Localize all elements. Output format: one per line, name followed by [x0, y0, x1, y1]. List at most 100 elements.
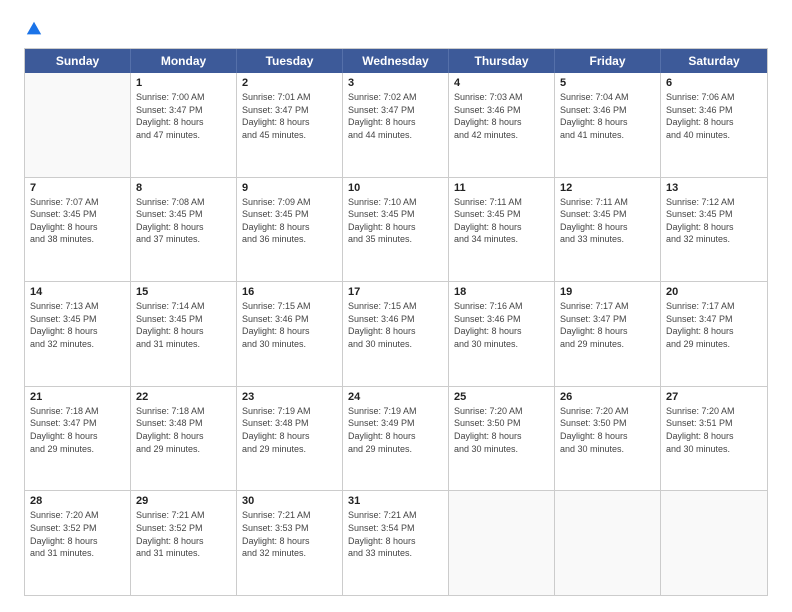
- day-number: 28: [30, 495, 125, 507]
- sunrise-text: Sunrise: 7:18 AM: [136, 405, 231, 418]
- sunset-text: Sunset: 3:47 PM: [348, 104, 443, 117]
- calendar-cell: 16Sunrise: 7:15 AMSunset: 3:46 PMDayligh…: [237, 282, 343, 386]
- day-number: 16: [242, 286, 337, 298]
- calendar-cell: 7Sunrise: 7:07 AMSunset: 3:45 PMDaylight…: [25, 178, 131, 282]
- daylight-text-1: Daylight: 8 hours: [560, 221, 655, 234]
- calendar-cell: [555, 491, 661, 595]
- daylight-text-1: Daylight: 8 hours: [242, 221, 337, 234]
- day-number: 12: [560, 182, 655, 194]
- calendar-cell: 31Sunrise: 7:21 AMSunset: 3:54 PMDayligh…: [343, 491, 449, 595]
- calendar-cell: [25, 73, 131, 177]
- calendar-cell: 27Sunrise: 7:20 AMSunset: 3:51 PMDayligh…: [661, 387, 767, 491]
- sunset-text: Sunset: 3:45 PM: [30, 313, 125, 326]
- sunset-text: Sunset: 3:52 PM: [30, 522, 125, 535]
- calendar-row-2: 7Sunrise: 7:07 AMSunset: 3:45 PMDaylight…: [25, 177, 767, 282]
- sunrise-text: Sunrise: 7:18 AM: [30, 405, 125, 418]
- daylight-text-1: Daylight: 8 hours: [30, 325, 125, 338]
- calendar-cell: 22 Sunrise: 7:18 AMSunset: 3:48 PMDayligh…: [131, 387, 237, 491]
- sunrise-text: Sunrise: 7:21 AM: [136, 509, 231, 522]
- daylight-text-2: and 30 minutes.: [560, 443, 655, 456]
- calendar-cell: 19Sunrise: 7:17 AMSunset: 3:47 PMDayligh…: [555, 282, 661, 386]
- day-number: 15: [136, 286, 231, 298]
- day-number: 24: [348, 391, 443, 403]
- logo-text: [24, 20, 44, 38]
- sunrise-text: Sunrise: 7:04 AM: [560, 91, 655, 104]
- sunset-text: Sunset: 3:45 PM: [666, 208, 762, 221]
- calendar-cell: 8Sunrise: 7:08 AMSunset: 3:45 PMDaylight…: [131, 178, 237, 282]
- daylight-text-1: Daylight: 8 hours: [454, 221, 549, 234]
- daylight-text-2: and 47 minutes.: [136, 129, 231, 142]
- daylight-text-1: Daylight: 8 hours: [454, 430, 549, 443]
- sunset-text: Sunset: 3:46 PM: [242, 313, 337, 326]
- sunset-text: Sunset: 3:47 PM: [136, 104, 231, 117]
- sunrise-text: Sunrise: 7:11 AM: [454, 196, 549, 209]
- day-number: 29: [136, 495, 231, 507]
- sunset-text: Sunset: 3:45 PM: [30, 208, 125, 221]
- sunrise-text: Sunrise: 7:12 AM: [666, 196, 762, 209]
- sunset-text: Sunset: 3:48 PM: [242, 417, 337, 430]
- daylight-text-1: Daylight: 8 hours: [136, 430, 231, 443]
- calendar-cell: [449, 491, 555, 595]
- daylight-text-2: and 31 minutes.: [136, 547, 231, 560]
- sunrise-text: Sunrise: 7:15 AM: [242, 300, 337, 313]
- sunrise-text: Sunrise: 7:17 AM: [666, 300, 762, 313]
- daylight-text-1: Daylight: 8 hours: [666, 221, 762, 234]
- sunset-text: Sunset: 3:46 PM: [560, 104, 655, 117]
- calendar-header-row: SundayMondayTuesdayWednesdayThursdayFrid…: [25, 49, 767, 73]
- day-number: 22: [136, 391, 231, 403]
- sunset-text: Sunset: 3:46 PM: [666, 104, 762, 117]
- daylight-text-1: Daylight: 8 hours: [242, 116, 337, 129]
- header-cell-monday: Monday: [131, 49, 237, 73]
- day-number: 6: [666, 77, 762, 89]
- daylight-text-1: Daylight: 8 hours: [348, 116, 443, 129]
- day-number: 8: [136, 182, 231, 194]
- daylight-text-1: Daylight: 8 hours: [348, 325, 443, 338]
- calendar-row-1: 1Sunrise: 7:00 AMSunset: 3:47 PMDaylight…: [25, 73, 767, 177]
- daylight-text-1: Daylight: 8 hours: [30, 430, 125, 443]
- daylight-text-1: Daylight: 8 hours: [348, 535, 443, 548]
- sunset-text: Sunset: 3:52 PM: [136, 522, 231, 535]
- calendar-cell: 5Sunrise: 7:04 AMSunset: 3:46 PMDaylight…: [555, 73, 661, 177]
- daylight-text-2: and 33 minutes.: [560, 233, 655, 246]
- calendar-cell: 17 Sunrise: 7:15 AMSunset: 3:46 PMDayligh…: [343, 282, 449, 386]
- daylight-text-1: Daylight: 8 hours: [136, 535, 231, 548]
- daylight-text-2: and 29 minutes.: [30, 443, 125, 456]
- sunrise-text: Sunrise: 7:00 AM: [136, 91, 231, 104]
- calendar-cell: 26Sunrise: 7:20 AMSunset: 3:50 PMDayligh…: [555, 387, 661, 491]
- daylight-text-1: Daylight: 8 hours: [560, 430, 655, 443]
- sunrise-text: Sunrise: 7:13 AM: [30, 300, 125, 313]
- daylight-text-2: and 30 minutes.: [348, 338, 443, 351]
- daylight-text-2: and 41 minutes.: [560, 129, 655, 142]
- sunset-text: Sunset: 3:46 PM: [348, 313, 443, 326]
- day-number: 18: [454, 286, 549, 298]
- calendar-cell: 25Sunrise: 7:20 AMSunset: 3:50 PMDayligh…: [449, 387, 555, 491]
- sunrise-text: Sunrise: 7:14 AM: [136, 300, 231, 313]
- sunrise-text: Sunrise: 7:01 AM: [242, 91, 337, 104]
- daylight-text-2: and 31 minutes.: [30, 547, 125, 560]
- daylight-text-1: Daylight: 8 hours: [666, 116, 762, 129]
- sunrise-text: Sunrise: 7:03 AM: [454, 91, 549, 104]
- daylight-text-2: and 38 minutes.: [30, 233, 125, 246]
- daylight-text-1: Daylight: 8 hours: [30, 535, 125, 548]
- daylight-text-2: and 29 minutes.: [666, 338, 762, 351]
- calendar: SundayMondayTuesdayWednesdayThursdayFrid…: [24, 48, 768, 596]
- daylight-text-1: Daylight: 8 hours: [666, 430, 762, 443]
- sunrise-text: Sunrise: 7:16 AM: [454, 300, 549, 313]
- sunset-text: Sunset: 3:54 PM: [348, 522, 443, 535]
- sunrise-text: Sunrise: 7:20 AM: [454, 405, 549, 418]
- header-cell-saturday: Saturday: [661, 49, 767, 73]
- calendar-row-3: 14Sunrise: 7:13 AMSunset: 3:45 PMDayligh…: [25, 281, 767, 386]
- day-number: 10: [348, 182, 443, 194]
- sunset-text: Sunset: 3:46 PM: [454, 104, 549, 117]
- daylight-text-1: Daylight: 8 hours: [560, 325, 655, 338]
- sunset-text: Sunset: 3:45 PM: [348, 208, 443, 221]
- day-number: 4: [454, 77, 549, 89]
- sunrise-text: Sunrise: 7:15 AM: [348, 300, 443, 313]
- sunset-text: Sunset: 3:48 PM: [136, 417, 231, 430]
- sunset-text: Sunset: 3:47 PM: [560, 313, 655, 326]
- sunset-text: Sunset: 3:46 PM: [454, 313, 549, 326]
- calendar-cell: 30Sunrise: 7:21 AMSunset: 3:53 PMDayligh…: [237, 491, 343, 595]
- calendar-row-4: 21Sunrise: 7:18 AMSunset: 3:47 PMDayligh…: [25, 386, 767, 491]
- day-number: 17: [348, 286, 443, 298]
- calendar-cell: 11Sunrise: 7:11 AMSunset: 3:45 PMDayligh…: [449, 178, 555, 282]
